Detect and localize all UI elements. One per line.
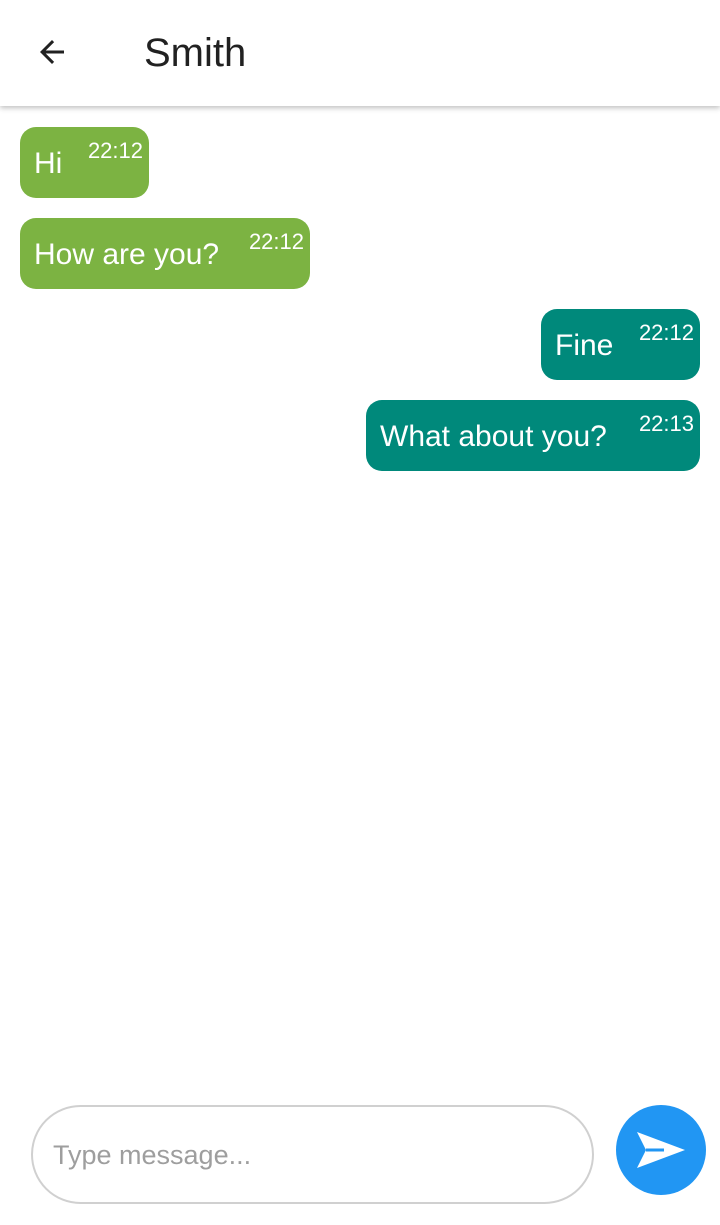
send-icon	[637, 1132, 685, 1168]
message-text: Fine	[555, 329, 614, 362]
message-input[interactable]	[51, 1107, 575, 1204]
message-text: Hi	[34, 147, 63, 180]
message-text: How are you?	[34, 238, 220, 271]
message-bubble-outgoing[interactable]: Fine 22:12	[541, 309, 700, 380]
send-button[interactable]	[616, 1105, 706, 1195]
message-time: 22:13	[638, 411, 694, 436]
arrow-left-icon	[40, 40, 64, 64]
message-time: 22:12	[87, 138, 143, 163]
message-text: What about you?	[380, 420, 607, 453]
message-bubble-incoming[interactable]: How are you? 22:12	[20, 218, 310, 289]
page-title: Smith	[144, 31, 247, 75]
message-composer	[31, 1105, 594, 1204]
message-bubble-incoming[interactable]: Hi 22:12	[20, 127, 149, 198]
back-button[interactable]	[28, 30, 76, 74]
app-bar: Smith	[0, 0, 720, 106]
message-time: 22:12	[248, 229, 304, 254]
message-bubble-outgoing[interactable]: What about you? 22:13	[366, 400, 700, 471]
chat-screen: Smith Hi 22:12 How are you? 22:12 Fine 2…	[0, 0, 720, 1225]
message-time: 22:12	[638, 320, 694, 345]
